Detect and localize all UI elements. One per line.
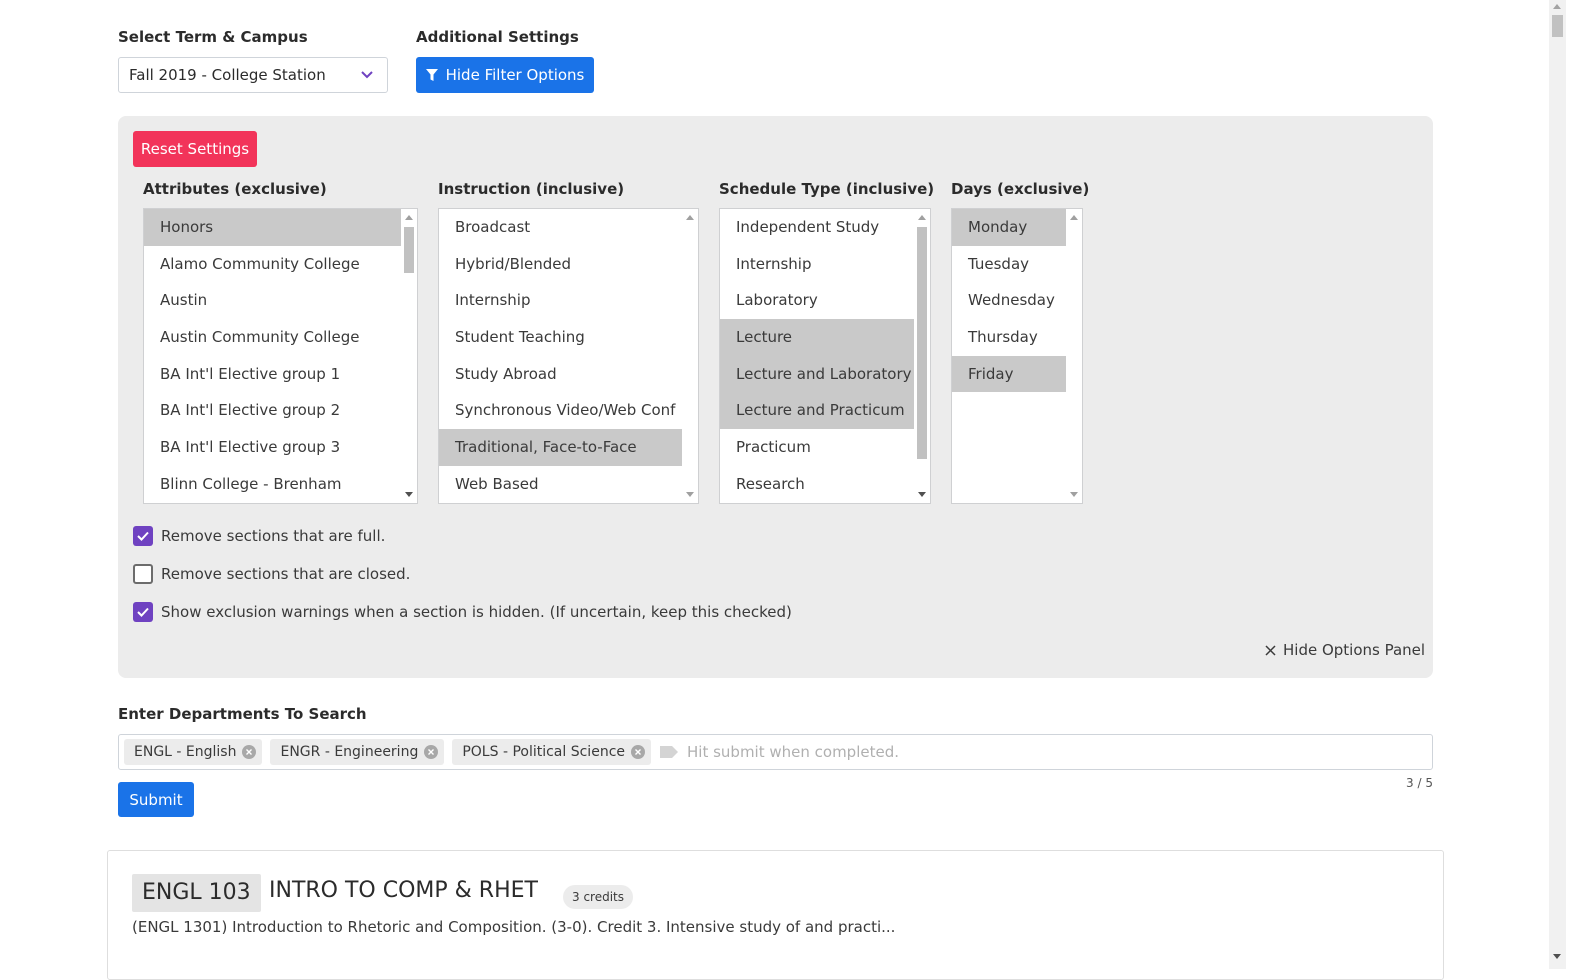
submit-button[interactable]: Submit: [118, 782, 194, 817]
additional-settings-label: Additional Settings: [416, 28, 579, 46]
attributes-option[interactable]: Blinn College - Brenham: [144, 466, 401, 503]
scroll-up-arrow-icon[interactable]: [686, 215, 694, 220]
days-listbox[interactable]: Monday Tuesday Wednesday Thursday Friday: [951, 208, 1083, 504]
schedule-type-option[interactable]: Practicum: [720, 429, 914, 466]
days-label: Days (exclusive): [951, 180, 1090, 198]
schedule-type-listbox[interactable]: Independent Study Internship Laboratory …: [719, 208, 931, 504]
days-option[interactable]: Monday: [952, 209, 1066, 246]
close-icon: [1265, 644, 1276, 656]
remove-full-label: Remove sections that are full.: [161, 527, 386, 545]
days-scrollbar[interactable]: [1066, 209, 1082, 503]
departments-input[interactable]: ENGL - English ENGR - Engineering POLS -…: [118, 734, 1433, 770]
course-title: INTRO TO COMP & RHET: [269, 878, 538, 903]
days-option[interactable]: Friday: [952, 355, 1066, 393]
instruction-option[interactable]: Web Based: [439, 466, 682, 503]
term-select[interactable]: Fall 2019 - College Station: [118, 57, 388, 93]
instruction-scrollbar[interactable]: [682, 209, 698, 503]
course-card: [107, 850, 1444, 980]
remove-closed-option[interactable]: Remove sections that are closed.: [133, 564, 410, 584]
department-tag: POLS - Political Science: [452, 739, 651, 765]
attributes-option[interactable]: Austin: [144, 282, 401, 319]
scrollbar-thumb[interactable]: [1552, 15, 1563, 37]
department-tag: ENGL - English: [124, 739, 263, 765]
instruction-option[interactable]: Hybrid/Blended: [439, 246, 682, 283]
attributes-option[interactable]: BA Int'l Elective group 1: [144, 356, 401, 393]
scroll-up-arrow-icon[interactable]: [1070, 215, 1078, 220]
remove-tag-icon[interactable]: [242, 745, 257, 759]
instruction-option[interactable]: Synchronous Video/Web Conf: [439, 392, 682, 429]
instruction-label: Instruction (inclusive): [438, 180, 625, 198]
scrollbar-thumb[interactable]: [917, 227, 927, 459]
attributes-label: Attributes (exclusive): [143, 180, 327, 198]
attributes-option[interactable]: BA Int'l Elective group 2: [144, 392, 401, 429]
schedule-type-option[interactable]: Internship: [720, 246, 914, 283]
instruction-option[interactable]: Study Abroad: [439, 356, 682, 393]
course-code: ENGL 103: [132, 874, 261, 912]
attributes-listbox[interactable]: Honors Alamo Community College Austin Au…: [143, 208, 418, 504]
schedule-type-option[interactable]: Laboratory: [720, 282, 914, 319]
schedule-type-option[interactable]: Lecture and Laboratory: [720, 355, 914, 393]
scroll-down-arrow-icon[interactable]: [686, 492, 694, 497]
instruction-listbox[interactable]: Broadcast Hybrid/Blended Internship Stud…: [438, 208, 699, 504]
scroll-down-arrow-icon[interactable]: [918, 492, 926, 497]
department-tag-label: POLS - Political Science: [462, 744, 625, 760]
schedule-type-option[interactable]: Research: [720, 466, 914, 503]
filter-icon: [425, 68, 438, 81]
schedule-type-option[interactable]: Lecture and Practicum: [720, 392, 914, 430]
scroll-down-arrow-icon[interactable]: [1553, 954, 1561, 959]
scroll-down-arrow-icon[interactable]: [1070, 492, 1078, 497]
tag-counter: 3 / 5: [1406, 776, 1433, 790]
days-option[interactable]: Tuesday: [952, 246, 1066, 283]
schedule-type-option[interactable]: Lecture: [720, 319, 914, 356]
exclusion-warnings-checkbox[interactable]: [133, 602, 153, 622]
attributes-option[interactable]: BA Int'l Elective group 3: [144, 429, 401, 466]
term-selected-value: Fall 2019 - College Station: [129, 66, 326, 84]
exclusion-warnings-label: Show exclusion warnings when a section i…: [161, 603, 792, 621]
exclusion-warnings-option[interactable]: Show exclusion warnings when a section i…: [133, 602, 792, 622]
attributes-scrollbar[interactable]: [401, 209, 417, 503]
scroll-up-arrow-icon[interactable]: [1553, 4, 1561, 9]
remove-closed-checkbox[interactable]: [133, 564, 153, 584]
schedule-type-option[interactable]: Independent Study: [720, 209, 914, 246]
days-option[interactable]: Wednesday: [952, 282, 1066, 319]
credits-badge: 3 credits: [563, 885, 634, 909]
term-label: Select Term & Campus: [118, 28, 308, 46]
attributes-option[interactable]: Honors: [144, 209, 401, 246]
department-tag-label: ENGL - English: [134, 744, 237, 760]
department-tag: ENGR - Engineering: [270, 739, 445, 765]
scroll-up-arrow-icon[interactable]: [918, 215, 926, 220]
course-description: (ENGL 1301) Introduction to Rhetoric and…: [132, 918, 896, 936]
scrollbar-thumb[interactable]: [404, 227, 414, 273]
chevron-down-icon: [361, 71, 373, 79]
attributes-option[interactable]: Austin Community College: [144, 319, 401, 356]
schedule-type-scrollbar[interactable]: [914, 209, 930, 503]
departments-placeholder: Hit submit when completed.: [687, 743, 899, 761]
reset-settings-button[interactable]: Reset Settings: [133, 131, 257, 167]
departments-label: Enter Departments To Search: [118, 705, 367, 723]
hide-filter-options-button[interactable]: Hide Filter Options: [416, 57, 594, 93]
department-tag-label: ENGR - Engineering: [280, 744, 419, 760]
days-option[interactable]: Thursday: [952, 319, 1066, 356]
hide-filter-options-label: Hide Filter Options: [445, 66, 585, 84]
remove-tag-icon[interactable]: [631, 745, 645, 759]
instruction-option[interactable]: Internship: [439, 282, 682, 319]
remove-tag-icon[interactable]: [424, 745, 439, 759]
instruction-option[interactable]: Student Teaching: [439, 319, 682, 356]
remove-closed-label: Remove sections that are closed.: [161, 565, 411, 583]
scroll-down-arrow-icon[interactable]: [405, 492, 413, 497]
remove-full-checkbox[interactable]: [133, 526, 153, 546]
instruction-option[interactable]: Traditional, Face-to-Face: [439, 429, 682, 466]
tag-icon: [660, 746, 678, 758]
page-scrollbar[interactable]: [1549, 0, 1566, 969]
hide-options-panel-label: Hide Options Panel: [1283, 641, 1426, 659]
schedule-type-label: Schedule Type (inclusive): [719, 180, 935, 198]
hide-options-panel-link[interactable]: Hide Options Panel: [1265, 641, 1425, 659]
scroll-up-arrow-icon[interactable]: [405, 215, 413, 220]
instruction-option[interactable]: Broadcast: [439, 209, 682, 246]
remove-full-option[interactable]: Remove sections that are full.: [133, 526, 385, 546]
attributes-option[interactable]: Alamo Community College: [144, 246, 401, 283]
